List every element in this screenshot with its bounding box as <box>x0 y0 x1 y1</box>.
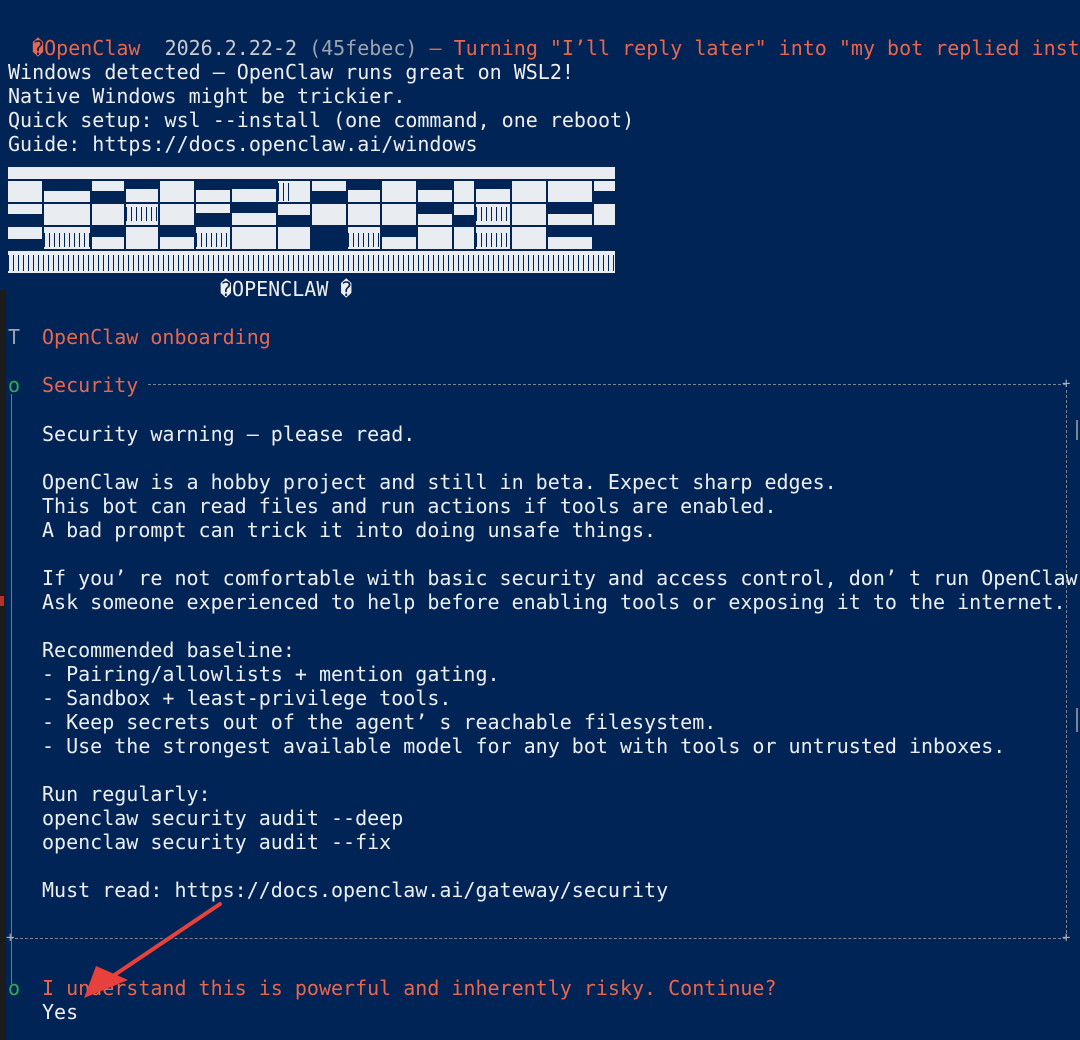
onboarding-title: OpenClaw onboarding <box>42 325 271 349</box>
openclaw-ascii-banner <box>8 167 615 273</box>
commit-label: (45febec) <box>309 36 418 60</box>
header-diamond: � <box>32 36 45 60</box>
box-corner-bottom-left: + <box>6 930 15 946</box>
box-corner-bottom-right: + <box>1062 930 1071 946</box>
audit-command-deep: openclaw security audit --deep <box>42 806 404 830</box>
security-line: Security warning — please read. <box>42 422 416 446</box>
security-box-top-border <box>148 384 1066 385</box>
prompt-marker: o <box>8 976 21 1000</box>
security-line: If you’ re not comfortable with basic se… <box>42 566 1080 590</box>
security-line: A bad prompt can trick it into doing uns… <box>42 518 657 542</box>
baseline-heading: Recommended baseline: <box>42 638 295 662</box>
wsl-notice-line-1: Windows detected — OpenClaw runs great o… <box>8 60 574 84</box>
annotation-arrow-icon <box>84 902 222 998</box>
security-box-left-border <box>11 394 12 984</box>
security-marker: o <box>8 373 21 397</box>
wsl-notice-line-2: Native Windows might be trickier. <box>8 84 406 108</box>
version-label: 2026.2.22-2 <box>164 36 298 60</box>
box-corner-top-right: + <box>1062 376 1071 392</box>
background-window-edge <box>0 290 6 1040</box>
scroll-marker-upper <box>1076 420 1078 440</box>
security-box-right-border <box>1066 390 1067 938</box>
baseline-item: - Use the strongest available model for … <box>42 734 1006 758</box>
security-line: OpenClaw is a hobby project and still in… <box>42 470 837 494</box>
header-line: �OpenClaw 2026.2.22-2 (45febec) — Turnin… <box>8 12 1080 60</box>
security-heading: Security <box>42 373 139 397</box>
baseline-item: - Sandbox + least-privilege tools. <box>42 686 452 710</box>
scroll-marker-lower <box>1076 708 1078 732</box>
app-name: OpenClaw <box>44 36 141 60</box>
security-line: This bot can read files and run actions … <box>42 494 777 518</box>
onboarding-marker: T <box>8 325 21 349</box>
wsl-notice-guide-link[interactable]: Guide: https://docs.openclaw.ai/windows <box>8 132 478 156</box>
security-line: Ask someone experienced to help before e… <box>42 590 1066 614</box>
baseline-item: - Keep secrets out of the agent’ s reach… <box>42 710 717 734</box>
banner-caption: �OPENCLAW � <box>220 277 353 301</box>
wsl-notice-line-3: Quick setup: wsl --install (one command,… <box>8 108 635 132</box>
audit-command-fix: openclaw security audit --fix <box>42 830 392 854</box>
background-window-marker <box>0 596 4 606</box>
tagline: — Turning "I’ll reply later" into "my bo… <box>429 36 1080 60</box>
baseline-item: - Pairing/allowlists + mention gating. <box>42 662 500 686</box>
run-regularly-heading: Run regularly: <box>42 782 211 806</box>
